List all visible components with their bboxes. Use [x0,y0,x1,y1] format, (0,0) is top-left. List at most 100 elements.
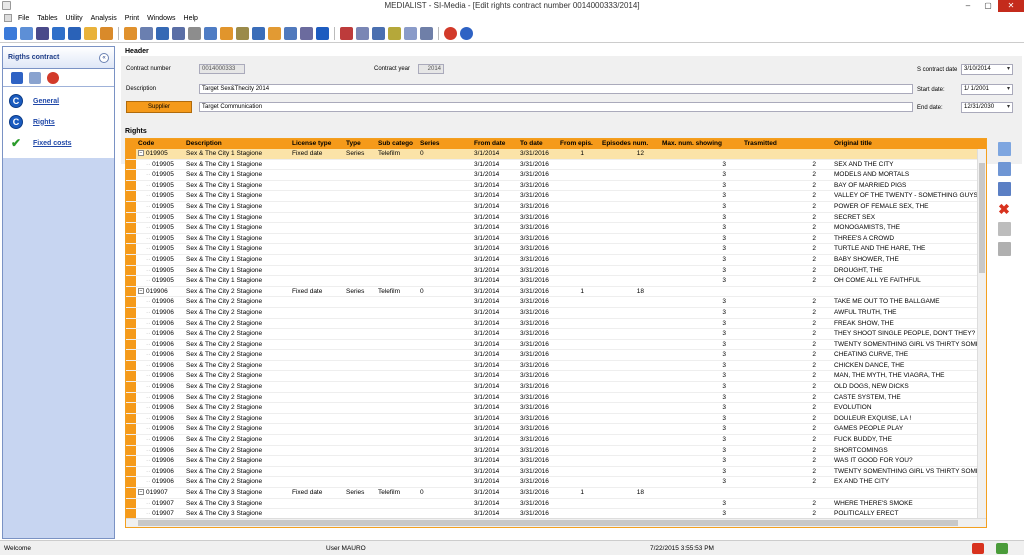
toolbar-icon-9[interactable] [140,26,153,40]
row-indicator[interactable] [126,180,136,191]
toolbar-icon-1[interactable] [4,26,17,40]
row-indicator[interactable] [126,498,136,509]
clipboard-icon[interactable] [997,222,1011,236]
toolbar-icon-19[interactable] [300,26,313,40]
column-header[interactable]: Episodes num. [600,139,660,149]
table-row[interactable]: ·· 019905 Sex & The City 1 Stagione 3/1/20… [126,254,986,266]
close-icon[interactable]: ✕ [998,0,1024,12]
column-header[interactable]: Original title [832,139,978,149]
toolbar-icon-16[interactable] [252,26,265,40]
row-indicator[interactable] [126,318,136,329]
print-icon[interactable] [997,242,1011,256]
scroll-thumb[interactable] [979,163,985,273]
table-row[interactable]: ·· 019906 Sex & The City 2 Stagione 3/1/20… [126,339,986,351]
supplier-input[interactable]: Target Communication [199,102,913,112]
row-indicator[interactable] [126,456,136,466]
table-row[interactable]: ·· 019905 Sex & The City 1 Stagione 3/1/20… [126,191,986,202]
table-row[interactable]: ·· 019906 Sex & The City 2 Stagione 3/1/20… [126,413,986,425]
row-indicator[interactable] [126,371,136,382]
toolbar-icon-7[interactable] [100,26,113,40]
toolbar-icon-5[interactable] [68,26,81,40]
contract-number-field[interactable]: 0014000333 [199,64,245,74]
table-row[interactable]: ·· 019905 Sex & The City 1 Stagione 3/1/20… [126,233,986,245]
app-icon[interactable] [2,1,11,10]
table-row[interactable]: ·· 019905 Sex & The City 1 Stagione 3/1/20… [126,159,986,171]
toolbar-icon-15[interactable] [236,26,249,40]
row-indicator[interactable] [126,170,136,180]
status-sync-icon[interactable] [996,543,1008,554]
table-row[interactable]: ·· 019905 Sex & The City 1 Stagione 3/1/20… [126,170,986,181]
new-document-icon[interactable] [997,142,1011,156]
column-header[interactable]: To date [518,139,558,149]
row-indicator[interactable] [126,435,136,445]
row-indicator[interactable] [126,339,136,350]
sidebar-item-fixed-costs[interactable]: ✔ Fixed costs [9,133,110,153]
menu-utility[interactable]: Utility [66,15,83,22]
table-row[interactable]: ·· 019906 Sex & The City 2 Stagione 3/1/20… [126,297,986,308]
row-indicator[interactable] [126,191,136,201]
table-row[interactable]: ·· 019907 Sex & The City 3 Stagione 3/1/20… [126,498,986,510]
table-row[interactable]: ·· 019905 Sex & The City 1 Stagione 3/1/20… [126,201,986,213]
row-indicator[interactable] [126,382,136,392]
row-indicator[interactable] [126,360,136,371]
description-input[interactable]: Target Sex&Thecity 2014 [199,84,913,94]
toolbar-icon-8[interactable] [124,26,137,40]
table-row[interactable]: ·· 019906 Sex & The City 2 Stagione 3/1/20… [126,445,986,457]
column-header[interactable]: Max. num. showing [660,139,742,149]
copy-document-icon[interactable] [997,162,1011,176]
menu-tables[interactable]: Tables [37,15,57,22]
row-indicator[interactable] [126,159,136,170]
menu-print[interactable]: Print [125,15,139,22]
row-indicator[interactable] [126,424,136,435]
table-row[interactable]: ·· 019906 Sex & The City 2 Stagione 3/1/20… [126,435,986,446]
column-header[interactable]: Type [344,139,376,149]
toolbar-icon-21[interactable] [340,26,353,40]
toolbar-icon-23[interactable] [372,26,385,40]
power-icon[interactable] [444,26,457,40]
maximize-icon[interactable]: ▢ [978,0,998,12]
row-indicator[interactable] [126,149,136,159]
row-indicator[interactable] [126,286,136,297]
row-indicator[interactable] [126,403,136,413]
row-indicator[interactable] [126,392,136,403]
row-indicator[interactable] [126,244,136,254]
table-row[interactable]: ·· 019906 Sex & The City 2 Stagione 3/1/20… [126,403,986,414]
start-date-picker[interactable]: 1/ 1/2001 [961,84,1013,95]
row-indicator[interactable] [126,223,136,233]
column-header[interactable]: Description [184,139,290,149]
column-header[interactable]: License type [290,139,344,149]
sidebar-item-rights[interactable]: C Rights [9,112,110,132]
sidebar-item-label[interactable]: Rights [33,119,55,126]
sidebar-item-label[interactable]: Fixed costs [33,140,72,147]
table-row[interactable]: ·· 019906 Sex & The City 2 Stagione 3/1/20… [126,371,986,383]
toolbar-icon-24[interactable] [388,26,401,40]
row-indicator[interactable] [126,445,136,456]
table-row[interactable]: ·· 019906 Sex & The City 2 Stagione 3/1/20… [126,466,986,478]
document-icon[interactable] [4,14,12,22]
table-row[interactable]: ·· 019905 Sex & The City 1 Stagione 3/1/20… [126,212,986,224]
exit-icon[interactable] [47,71,59,84]
tree-collapse-icon[interactable]: − [138,288,144,294]
toolbar-icon-14[interactable] [220,26,233,40]
sidebar-item-label[interactable]: General [33,98,59,105]
toolbar-icon-12[interactable] [188,26,201,40]
table-row[interactable]: ·· 019906 Sex & The City 2 Stagione 3/1/20… [126,360,986,372]
minimize-icon[interactable]: – [958,0,978,12]
delete-icon[interactable]: ✖ [997,201,1011,217]
menu-analysis[interactable]: Analysis [91,15,117,22]
row-indicator[interactable] [126,212,136,223]
help-icon[interactable] [460,26,473,40]
row-indicator[interactable] [126,477,136,487]
column-header[interactable]: Trasmitted [742,139,832,149]
row-indicator[interactable] [126,307,136,318]
s-contract-date-picker[interactable]: 3/10/2014 [961,64,1013,75]
collapse-icon[interactable]: « [99,52,109,63]
scroll-thumb[interactable] [138,520,958,526]
table-row[interactable]: ·· 019906 Sex & The City 2 Stagione 3/1/20… [126,456,986,467]
save-icon[interactable] [11,71,23,84]
table-row[interactable]: ·· 019905 Sex & The City 1 Stagione 3/1/20… [126,180,986,192]
horizontal-scrollbar[interactable] [126,518,986,527]
column-header[interactable]: From epis. [558,139,600,149]
toolbar-icon-18[interactable] [284,26,297,40]
edit-icon[interactable] [29,71,41,84]
